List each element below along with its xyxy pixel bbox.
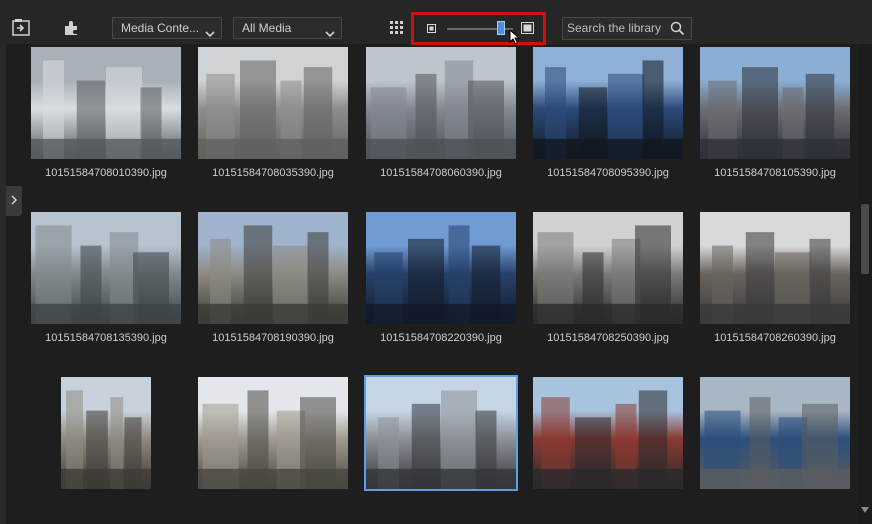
photo-content: [31, 60, 181, 159]
media-thumbnail[interactable]: [198, 47, 348, 159]
plugin-icon[interactable]: [60, 17, 84, 39]
media-thumbnail[interactable]: [533, 377, 683, 489]
media-filename: 10151584708220390.jpg: [380, 332, 502, 344]
media-filename: 10151584708060390.jpg: [380, 167, 502, 179]
chevron-right-icon: [10, 192, 18, 210]
grid-view-icon[interactable]: [388, 19, 406, 37]
media-thumbnail[interactable]: [61, 377, 151, 489]
media-filename: 10151584708260390.jpg: [714, 332, 836, 344]
photo-content: [533, 390, 683, 489]
media-filename: 10151584708105390.jpg: [714, 167, 836, 179]
photo-content: [366, 225, 516, 324]
media-thumbnail[interactable]: [31, 47, 181, 159]
thumbnail-size-control: [411, 12, 546, 45]
scroll-down-icon[interactable]: [861, 500, 869, 518]
chevron-down-icon: [205, 24, 215, 38]
library-scrollbar[interactable]: [858, 44, 872, 524]
media-filename: 10151584708010390.jpg: [45, 167, 167, 179]
media-filename: 10151584708095390.jpg: [547, 167, 669, 179]
small-thumbnail-icon[interactable]: [426, 23, 436, 33]
media-thumbnail[interactable]: [364, 375, 518, 491]
media-category-dropdown[interactable]: Media Conte...: [112, 17, 222, 39]
media-thumbnail[interactable]: [198, 212, 348, 324]
scrollbar-thumb[interactable]: [861, 204, 869, 274]
photo-content: [533, 60, 683, 159]
media-thumbnail[interactable]: [700, 377, 850, 489]
import-media-icon[interactable]: [10, 17, 32, 39]
media-category-value: Media Conte...: [121, 21, 200, 35]
media-filename: 10151584708135390.jpg: [45, 332, 167, 344]
expand-panel-button[interactable]: [6, 186, 22, 216]
media-thumbnail[interactable]: [366, 212, 516, 324]
media-filename: 10151584708250390.jpg: [547, 332, 669, 344]
large-thumbnail-icon[interactable]: [520, 21, 534, 35]
media-thumbnail[interactable]: [31, 212, 181, 324]
media-filename: 10151584708190390.jpg: [212, 332, 334, 344]
media-thumbnail[interactable]: [366, 47, 516, 159]
library-toolbar: Media Conte... All Media Search the libr…: [0, 0, 872, 45]
photo-content: [366, 60, 516, 159]
chevron-down-icon: [325, 24, 335, 38]
media-thumbnail[interactable]: [700, 212, 850, 324]
media-thumbnail[interactable]: [533, 212, 683, 324]
media-filter-value: All Media: [242, 21, 292, 35]
search-icon[interactable]: [670, 21, 685, 43]
photo-content: [700, 397, 850, 489]
library-search-input[interactable]: Search the library: [562, 17, 692, 40]
photo-content: [198, 60, 348, 159]
photo-content: [198, 225, 348, 324]
media-filter-dropdown[interactable]: All Media: [233, 17, 342, 39]
photo-content: [61, 390, 151, 489]
photo-content: [31, 225, 181, 324]
thumbnail-size-slider-handle[interactable]: [497, 21, 506, 35]
photo-content: [198, 390, 348, 489]
photo-content: [700, 67, 850, 159]
photo-content: [700, 232, 850, 324]
media-filename: 10151584708035390.jpg: [212, 167, 334, 179]
media-thumbnail[interactable]: [198, 377, 348, 489]
left-panel-edge: [0, 44, 6, 524]
media-thumbnail[interactable]: [533, 47, 683, 159]
media-thumbnail[interactable]: [700, 47, 850, 159]
search-placeholder: Search the library: [567, 21, 662, 35]
photo-content: [533, 225, 683, 324]
photo-content: [366, 390, 516, 489]
